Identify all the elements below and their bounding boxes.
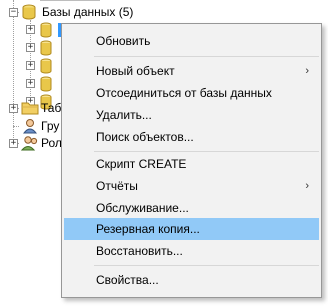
menu-separator	[94, 151, 319, 152]
tree-node-database[interactable]: +	[22, 75, 62, 93]
menu-item-restore[interactable]: Восстановить...	[64, 240, 319, 262]
menu-item-label: Обновить	[96, 34, 151, 48]
submenu-arrow-icon: ›	[305, 180, 309, 192]
menu-item-script-create[interactable]: Скрипт CREATE	[64, 153, 319, 175]
expand-toggle[interactable]: +	[26, 79, 35, 88]
tree-node-groups[interactable]: Гру	[0, 117, 60, 135]
menu-item-label: Скрипт CREATE	[96, 157, 187, 171]
menu-item-backup[interactable]: Резервная копия...	[64, 218, 319, 240]
tree-node-database[interactable]: +	[22, 39, 62, 57]
submenu-arrow-icon: ›	[305, 65, 309, 77]
tree-node-databases[interactable]: − Базы данных (5)	[0, 3, 160, 21]
databases-label: Базы данных (5)	[42, 5, 134, 19]
menu-item-detach-database[interactable]: Отсоединиться от базы данных	[64, 82, 319, 104]
menu-item-reports[interactable]: Отчёты ›	[64, 175, 319, 197]
menu-item-label: Отсоединиться от базы данных	[96, 86, 272, 100]
menu-item-label: Свойства...	[96, 273, 159, 287]
tree-node-tables[interactable]: + Таб	[0, 99, 62, 118]
menu-separator	[94, 56, 319, 57]
menu-item-new-object[interactable]: Новый объект ›	[64, 60, 319, 82]
menu-item-label: Новый объект	[96, 64, 175, 78]
menu-item-properties[interactable]: Свойства...	[64, 269, 319, 291]
expand-toggle[interactable]: +	[9, 104, 18, 113]
roles-icon	[20, 135, 39, 154]
menu-item-label: Восстановить...	[96, 244, 183, 258]
expand-toggle[interactable]: +	[26, 43, 35, 52]
clipped-node-edge	[40, 0, 100, 1]
expand-toggle[interactable]: +	[26, 25, 35, 34]
menu-separator	[94, 265, 319, 266]
menu-item-label: Поиск объектов...	[96, 130, 194, 144]
menu-item-label: Обслуживание...	[96, 201, 189, 215]
tables-label: Таб	[41, 101, 62, 115]
menu-item-refresh[interactable]: Обновить	[64, 30, 319, 52]
folder-icon	[21, 101, 39, 118]
expand-toggle[interactable]: +	[26, 61, 35, 70]
menu-item-maintenance[interactable]: Обслуживание...	[64, 197, 319, 219]
tree-node-database[interactable]: +	[22, 57, 62, 75]
tree-node-roles[interactable]: + Рол	[0, 134, 62, 154]
menu-item-label: Резервная копия...	[96, 222, 200, 236]
menu-item-label: Удалить...	[96, 108, 152, 122]
menu-item-delete[interactable]: Удалить...	[64, 104, 319, 126]
menu-item-label: Отчёты	[96, 179, 138, 193]
collapse-toggle[interactable]: −	[9, 8, 18, 17]
groups-label: Гру	[41, 119, 60, 133]
context-menu: Обновить Новый объект › Отсоединиться от …	[61, 23, 322, 298]
menu-item-find-objects[interactable]: Поиск объектов...	[64, 126, 319, 148]
roles-label: Рол	[41, 136, 62, 150]
expand-toggle[interactable]: +	[9, 139, 18, 148]
